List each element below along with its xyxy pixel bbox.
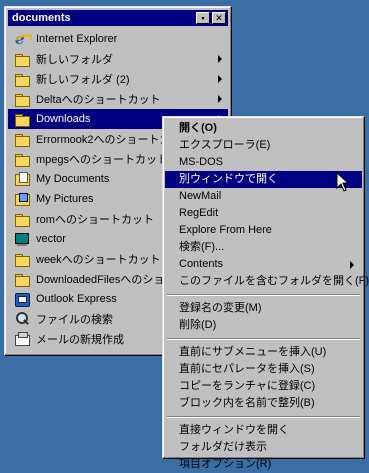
- internet-explorer-icon: e: [14, 31, 30, 47]
- list-item-label: mpegsへのショートカット: [36, 154, 169, 166]
- list-item-label: romへのショートカット: [36, 214, 154, 226]
- context-menu-item-label: NewMail: [179, 190, 222, 202]
- minimize-button[interactable]: ▪: [196, 12, 210, 24]
- context-menu-item-label: Explore From Here: [179, 224, 272, 236]
- context-menu-item-label: 直前にサブメニューを挿入(U): [179, 346, 327, 358]
- folder-icon: [14, 91, 30, 107]
- context-menu-item-label: MS-DOS: [179, 156, 223, 168]
- submenu-arrow-icon: [218, 95, 222, 103]
- search-icon: [14, 311, 30, 327]
- my-documents-icon: [14, 171, 30, 187]
- list-item[interactable]: Deltaへのショートカット: [8, 89, 228, 109]
- context-menu-item-label: 削除(D): [179, 319, 217, 331]
- folder-icon: [14, 271, 30, 287]
- context-menu-item-label: 直接ウィンドウを開く: [179, 424, 289, 436]
- list-item-label: ファイルの検索: [36, 314, 113, 326]
- context-menu-item-label: このファイルを含むフォルダを開く(F): [179, 275, 369, 287]
- list-item[interactable]: 新しいフォルダ: [8, 49, 228, 69]
- context-menu-item[interactable]: 直接ウィンドウを開く: [165, 422, 362, 439]
- context-menu-item-label: 検索(F)...: [179, 241, 225, 253]
- context-menu-item[interactable]: 登録名の変更(M): [165, 300, 362, 317]
- folder-icon: [14, 71, 30, 87]
- folder-icon: [14, 51, 30, 67]
- folder-icon: [14, 211, 30, 227]
- window-titlebar[interactable]: documents ▪ ✕: [8, 10, 228, 26]
- list-item-label: vector: [36, 233, 66, 245]
- outlook-icon: [14, 291, 30, 307]
- list-item-label: 新しいフォルダ: [36, 54, 113, 66]
- context-menu-item[interactable]: 削除(D): [165, 317, 362, 334]
- context-menu-item-label: 登録名の変更(M): [179, 302, 262, 314]
- context-menu-item[interactable]: MS-DOS: [165, 154, 362, 171]
- list-item-label: Internet Explorer: [36, 33, 118, 45]
- list-item-label: My Documents: [36, 173, 110, 185]
- context-menu-item[interactable]: 項目オプション(R): [165, 456, 362, 473]
- context-menu-item-label: 別ウィンドウで開く: [179, 173, 278, 185]
- submenu-arrow-icon: [218, 55, 222, 63]
- window-title: documents: [12, 12, 71, 24]
- submenu-arrow-icon: [218, 75, 222, 83]
- folder-icon: [14, 111, 30, 127]
- context-menu-item-label: 項目オプション(R): [179, 458, 272, 470]
- context-menu-item-label: RegEdit: [179, 207, 219, 219]
- context-menu-item-label: 開く(O): [179, 122, 217, 134]
- context-menu-item-label: ブロック内を名前で整列(B): [179, 397, 315, 409]
- context-menu-item[interactable]: Explore From Here: [165, 222, 362, 239]
- list-item-label: メールの新規作成: [36, 334, 124, 346]
- new-mail-icon: [14, 331, 30, 347]
- context-menu-item[interactable]: Contents: [165, 256, 362, 273]
- close-button[interactable]: ✕: [212, 12, 226, 24]
- context-menu-item[interactable]: コピーをランチャに登録(C): [165, 378, 362, 395]
- menu-separator: [167, 294, 360, 296]
- context-menu-item[interactable]: RegEdit: [165, 205, 362, 222]
- list-item-label: Outlook Express: [36, 293, 117, 305]
- list-item-label: My Pictures: [36, 193, 94, 205]
- monitor-icon: [14, 231, 30, 247]
- context-menu-item-label: コピーをランチャに登録(C): [179, 380, 316, 392]
- context-menu-item-label: 直前にセパレータを挿入(S): [179, 363, 315, 375]
- list-item[interactable]: e Internet Explorer: [8, 29, 228, 49]
- mouse-cursor-icon: [336, 172, 350, 192]
- submenu-arrow-icon: [350, 261, 354, 269]
- context-menu-item[interactable]: NewMail: [165, 188, 362, 205]
- menu-separator: [167, 338, 360, 340]
- context-menu-item[interactable]: 開く(O): [165, 120, 362, 137]
- context-menu-item[interactable]: エクスプローラ(E): [165, 137, 362, 154]
- context-menu: 開く(O) エクスプローラ(E) MS-DOS 別ウィンドウで開く NewMail Reg…: [162, 116, 369, 470]
- folder-icon: [14, 251, 30, 267]
- context-menu-item[interactable]: ブロック内を名前で整列(B): [165, 395, 362, 412]
- context-menu-item-label: エクスプローラ(E): [179, 139, 271, 151]
- folder-icon: [14, 131, 30, 147]
- context-menu-item[interactable]: 直前にセパレータを挿入(S): [165, 361, 362, 378]
- my-pictures-icon: [14, 191, 30, 207]
- list-item-label: 新しいフォルダ (2): [36, 74, 130, 86]
- context-menu-item[interactable]: このファイルを含むフォルダを開く(F): [165, 273, 369, 290]
- context-menu-item-label: Contents: [179, 258, 224, 270]
- context-menu-item-label: フォルダだけ表示: [179, 441, 267, 453]
- context-menu-item[interactable]: 検索(F)...: [165, 239, 362, 256]
- context-menu-item[interactable]: 直前にサブメニューを挿入(U): [165, 344, 362, 361]
- context-menu-item[interactable]: フォルダだけ表示: [165, 439, 362, 456]
- list-item[interactable]: 新しいフォルダ (2): [8, 69, 228, 89]
- list-item-label: weekへのショートカット: [36, 254, 161, 266]
- list-item-label: Downloads: [36, 113, 91, 125]
- context-menu-item[interactable]: 別ウィンドウで開く: [165, 171, 362, 188]
- menu-separator: [167, 416, 360, 418]
- list-item-label: Deltaへのショートカット: [36, 94, 161, 106]
- folder-icon: [14, 151, 30, 167]
